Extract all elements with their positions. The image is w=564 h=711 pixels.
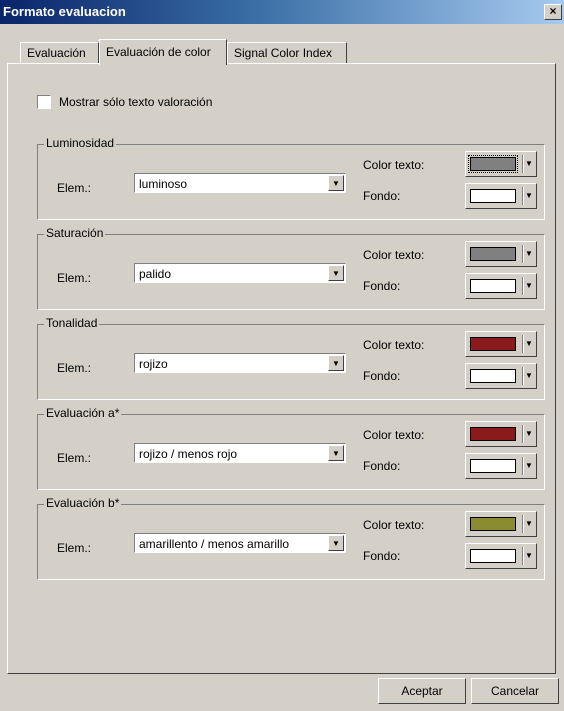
show-text-only-label: Mostrar sólo texto valoración	[59, 95, 213, 109]
group-title: Evaluación a*	[44, 406, 122, 420]
color-swatch	[470, 549, 516, 563]
divider	[522, 187, 524, 205]
divider	[522, 277, 524, 295]
text-color-picker[interactable]: ▼	[465, 151, 537, 177]
group-title: Luminosidad	[44, 136, 117, 150]
accept-button[interactable]: Aceptar	[378, 678, 466, 704]
elem-label: Elem.:	[57, 181, 92, 195]
chevron-down-icon: ▼	[525, 281, 533, 290]
group-title: Evaluación b*	[44, 496, 122, 510]
background-color-picker[interactable]: ▼	[465, 363, 537, 389]
text-color-picker[interactable]: ▼	[465, 241, 537, 267]
select-value: amarillento / menos amarillo	[139, 537, 290, 551]
select-value: luminoso	[139, 177, 188, 191]
group-saturacion: Saturación Elem.: palido ▼ Color texto: …	[37, 226, 545, 310]
divider	[522, 547, 524, 565]
color-swatch	[470, 459, 516, 473]
chevron-down-icon: ▼	[525, 551, 533, 560]
background-color-picker[interactable]: ▼	[465, 453, 537, 479]
divider	[522, 155, 524, 173]
divider	[522, 367, 524, 385]
tab-evaluacion[interactable]: Evaluación	[20, 42, 99, 64]
select-value: rojizo	[139, 357, 168, 371]
tonalidad-select[interactable]: rojizo ▼	[134, 353, 346, 373]
chevron-down-icon: ▼	[525, 159, 533, 168]
color-swatch	[470, 369, 516, 383]
group-luminosidad: Luminosidad Elem.: luminoso ▼ Color text…	[37, 136, 545, 220]
color-swatch	[470, 247, 516, 261]
background-label: Fondo:	[363, 369, 401, 383]
divider	[522, 425, 524, 443]
background-color-picker[interactable]: ▼	[465, 183, 537, 209]
chevron-down-icon: ▼	[525, 249, 533, 258]
group-title: Tonalidad	[44, 316, 100, 330]
chevron-down-icon[interactable]: ▼	[328, 175, 344, 191]
background-color-picker[interactable]: ▼	[465, 543, 537, 569]
tab-label: Evaluación	[27, 46, 86, 60]
text-color-picker[interactable]: ▼	[465, 421, 537, 447]
chevron-down-icon[interactable]: ▼	[328, 445, 344, 461]
background-label: Fondo:	[363, 459, 401, 473]
text-color-picker[interactable]: ▼	[465, 511, 537, 537]
chevron-down-icon[interactable]: ▼	[328, 355, 344, 371]
show-text-only-checkbox[interactable]	[37, 95, 51, 109]
title-bar: Formato evaluacion ×	[0, 0, 564, 24]
group-title: Saturación	[44, 226, 106, 240]
chevron-down-icon: ▼	[525, 461, 533, 470]
evaluacion-b-select[interactable]: amarillento / menos amarillo ▼	[134, 533, 346, 553]
luminosidad-select[interactable]: luminoso ▼	[134, 173, 346, 193]
chevron-down-icon: ▼	[525, 429, 533, 438]
divider	[522, 457, 524, 475]
saturacion-select[interactable]: palido ▼	[134, 263, 346, 283]
tab-label: Signal Color Index	[234, 46, 333, 60]
color-text-label: Color texto:	[363, 518, 425, 532]
elem-label: Elem.:	[57, 541, 92, 555]
color-swatch	[468, 155, 518, 173]
chevron-down-icon[interactable]: ▼	[328, 535, 344, 551]
window-title: Formato evaluacion	[3, 4, 126, 19]
background-label: Fondo:	[363, 279, 401, 293]
divider	[522, 245, 524, 263]
color-swatch	[470, 189, 516, 203]
select-value: rojizo / menos rojo	[139, 447, 238, 461]
color-swatch	[470, 427, 516, 441]
background-label: Fondo:	[363, 189, 401, 203]
tab-label: Evaluación de color	[106, 45, 211, 59]
elem-label: Elem.:	[57, 361, 92, 375]
color-text-label: Color texto:	[363, 338, 425, 352]
color-text-label: Color texto:	[363, 248, 425, 262]
background-color-picker[interactable]: ▼	[465, 273, 537, 299]
color-swatch	[470, 337, 516, 351]
chevron-down-icon: ▼	[525, 371, 533, 380]
tab-evaluacion-de-color[interactable]: Evaluación de color	[99, 39, 227, 65]
tab-signal-color-index[interactable]: Signal Color Index	[227, 42, 347, 64]
divider	[522, 515, 524, 533]
color-swatch	[470, 279, 516, 293]
cancel-button[interactable]: Cancelar	[471, 678, 559, 704]
group-tonalidad: Tonalidad Elem.: rojizo ▼ Color texto: F…	[37, 316, 545, 400]
text-color-picker[interactable]: ▼	[465, 331, 537, 357]
group-evaluacion-b: Evaluación b* Elem.: amarillento / menos…	[37, 496, 545, 580]
chevron-down-icon: ▼	[525, 339, 533, 348]
select-value: palido	[139, 267, 172, 281]
evaluacion-a-select[interactable]: rojizo / menos rojo ▼	[134, 443, 346, 463]
divider	[522, 335, 524, 353]
elem-label: Elem.:	[57, 451, 92, 465]
color-text-label: Color texto:	[363, 428, 425, 442]
color-swatch	[470, 517, 516, 531]
chevron-down-icon: ▼	[525, 191, 533, 200]
color-text-label: Color texto:	[363, 158, 425, 172]
background-label: Fondo:	[363, 549, 401, 563]
chevron-down-icon: ▼	[525, 519, 533, 528]
chevron-down-icon[interactable]: ▼	[328, 265, 344, 281]
group-evaluacion-a: Evaluación a* Elem.: rojizo / menos rojo…	[37, 406, 545, 490]
elem-label: Elem.:	[57, 271, 92, 285]
close-icon[interactable]: ×	[544, 4, 562, 20]
